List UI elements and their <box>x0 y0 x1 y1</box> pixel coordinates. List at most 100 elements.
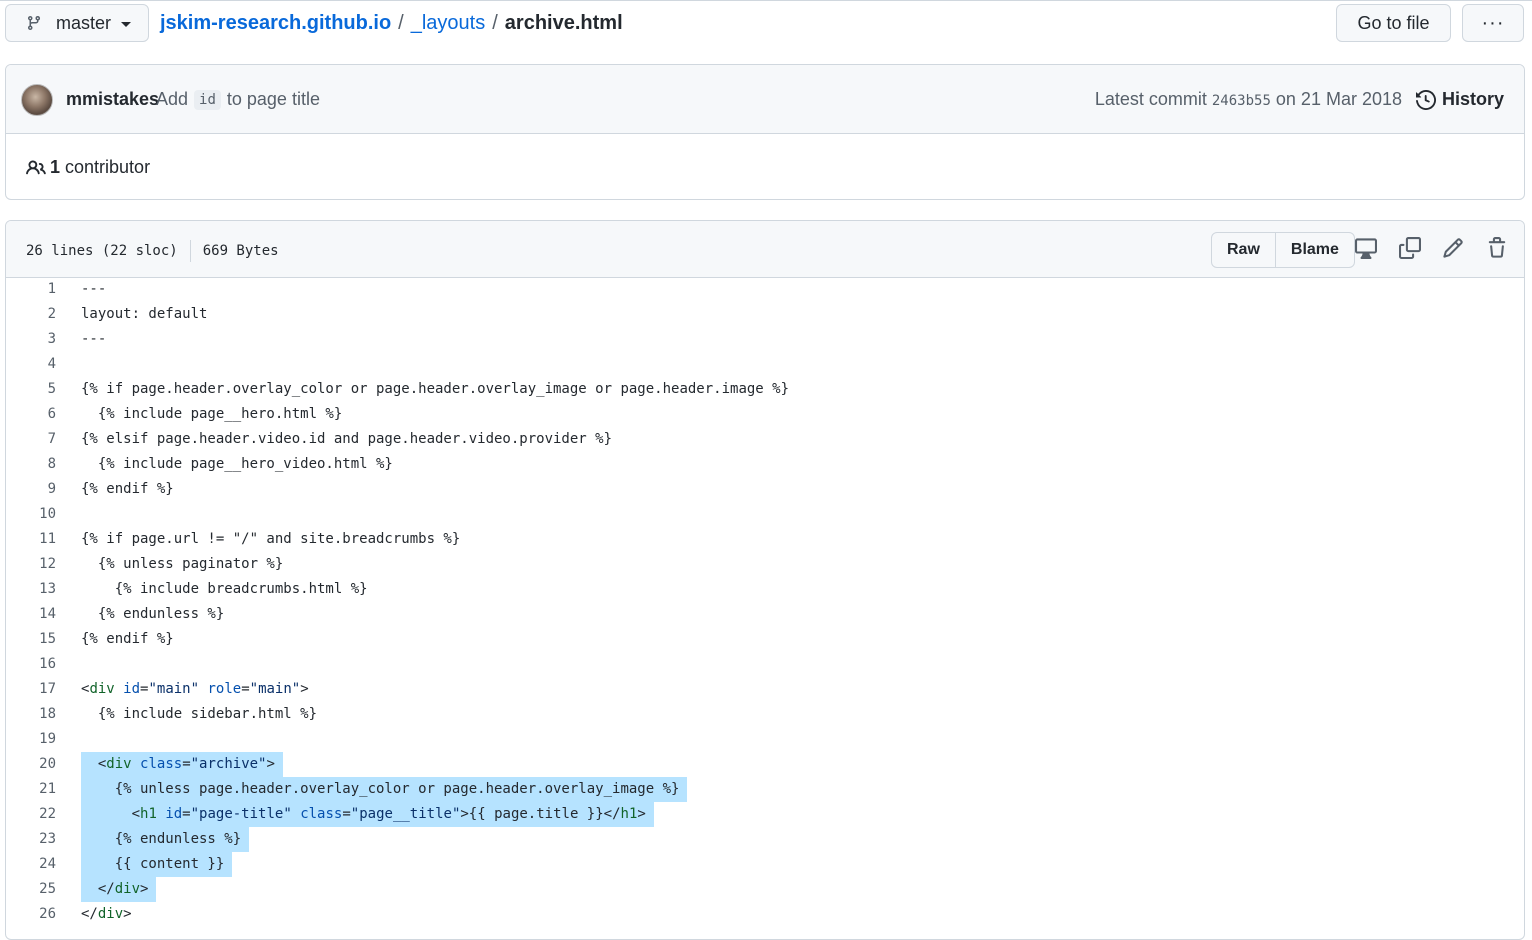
pencil-icon[interactable] <box>1442 237 1464 259</box>
latest-commit-label: Latest commit <box>1094 89 1207 109</box>
display-icon[interactable] <box>1355 237 1377 259</box>
line-number[interactable]: 15 <box>6 627 56 652</box>
code-line: 22 <h1 id="page-title" class="page__titl… <box>6 802 1524 827</box>
commit-sha-link[interactable]: 2463b55 <box>1212 93 1271 109</box>
line-number[interactable]: 21 <box>6 777 56 802</box>
line-content <box>81 652 89 677</box>
line-number[interactable]: 8 <box>6 452 56 477</box>
code-line: 13 {% include breadcrumbs.html %} <box>6 577 1524 602</box>
line-number[interactable]: 11 <box>6 527 56 552</box>
line-content: {% if page.url != "/" and site.breadcrum… <box>81 531 461 547</box>
line-number[interactable]: 16 <box>6 652 56 677</box>
line-number[interactable]: 3 <box>6 327 56 352</box>
code-line: 19 <box>6 727 1524 752</box>
line-number[interactable]: 4 <box>6 352 56 377</box>
line-content: {% endunless %} <box>81 606 225 622</box>
code-line: 1 --- <box>6 277 1524 302</box>
line-content: --- <box>81 331 107 347</box>
code-line: 20 <div class="archive"> <box>6 752 1524 777</box>
git-branch-icon <box>26 15 42 31</box>
file-header: 26 lines (22 sloc) 669 Bytes Raw Blame <box>6 221 1524 278</box>
line-content: {{ content }} <box>81 852 233 877</box>
line-content: <div class="archive"> <box>81 752 283 777</box>
line-number[interactable]: 6 <box>6 402 56 427</box>
breadcrumb-file-name: archive.html <box>504 12 623 34</box>
line-number[interactable]: 14 <box>6 602 56 627</box>
contributors-label: contributor <box>65 157 151 177</box>
code-line: 8 {% include page__hero_video.html %} <box>6 452 1524 477</box>
line-number[interactable]: 24 <box>6 852 56 877</box>
line-number[interactable]: 1 <box>6 277 56 302</box>
line-content: {% elsif page.header.video.id and page.h… <box>81 431 613 447</box>
code-line: 24 {{ content }} <box>6 852 1524 877</box>
line-content: <div id="main" role="main"> <box>81 681 309 697</box>
line-content <box>81 502 89 527</box>
line-content: layout: default <box>81 306 208 322</box>
line-number[interactable]: 13 <box>6 577 56 602</box>
raw-blame-group: Raw Blame <box>1211 232 1355 268</box>
line-number[interactable]: 19 <box>6 727 56 752</box>
more-options-button[interactable]: ··· <box>1462 4 1524 42</box>
commit-author-link[interactable]: mmistakes <box>66 89 159 110</box>
file-info: 26 lines (22 sloc) 669 Bytes <box>26 240 279 262</box>
code-line: 3 --- <box>6 327 1524 352</box>
contributors-link[interactable]: 1 contributor <box>26 157 150 178</box>
line-number[interactable]: 10 <box>6 502 56 527</box>
code-view[interactable]: 1 --- 2 layout: default 3 --- 4 5 {% if page.he… <box>6 277 1524 927</box>
line-content: {% include breadcrumbs.html %} <box>81 581 368 597</box>
line-content: {% include sidebar.html %} <box>81 706 318 722</box>
line-number[interactable]: 7 <box>6 427 56 452</box>
line-number[interactable]: 18 <box>6 702 56 727</box>
branch-name: master <box>56 12 112 33</box>
code-line: 2 layout: default <box>6 302 1524 327</box>
line-content: {% include page__hero_video.html %} <box>81 456 393 472</box>
go-to-file-button[interactable]: Go to file <box>1336 4 1451 42</box>
code-line: 4 <box>6 352 1524 377</box>
line-number[interactable]: 17 <box>6 677 56 702</box>
commit-box: mmistakes Add id to page title Latest co… <box>5 64 1525 200</box>
code-line: 14 {% endunless %} <box>6 602 1524 627</box>
line-number[interactable]: 20 <box>6 752 56 777</box>
breadcrumb-separator: / <box>492 12 498 34</box>
history-label: History <box>1441 89 1504 109</box>
commit-message-end: to page title <box>226 89 320 109</box>
line-number[interactable]: 25 <box>6 877 56 902</box>
blame-button[interactable]: Blame <box>1274 233 1354 267</box>
latest-commit-info: Latest commit 2463b55 on 21 Mar 2018 <box>1095 89 1402 110</box>
avatar[interactable] <box>21 84 53 116</box>
line-number[interactable]: 12 <box>6 552 56 577</box>
line-number[interactable]: 5 <box>6 377 56 402</box>
raw-button[interactable]: Raw <box>1212 233 1275 267</box>
code-line: 21 {% unless page.header.overlay_color o… <box>6 777 1524 802</box>
line-number[interactable]: 26 <box>6 902 56 927</box>
history-link[interactable]: History <box>1415 89 1504 110</box>
line-content <box>81 727 89 752</box>
commit-message-code: id <box>194 89 221 110</box>
commit-message[interactable]: Add id to page title <box>156 89 320 110</box>
line-content: </div> <box>81 877 157 902</box>
line-number[interactable]: 2 <box>6 302 56 327</box>
top-border <box>0 0 1532 1</box>
breadcrumb-dir-link[interactable]: _layouts <box>411 12 486 35</box>
chevron-down-icon <box>121 21 132 27</box>
commit-message-start: Add <box>156 89 189 109</box>
latest-commit-bar: mmistakes Add id to page title Latest co… <box>6 65 1524 134</box>
commit-date: on 21 Mar 2018 <box>1275 89 1402 109</box>
code-line: 15 {% endif %} <box>6 627 1524 652</box>
trash-icon[interactable] <box>1486 237 1508 259</box>
file-info-divider <box>189 240 191 262</box>
code-line: 6 {% include page__hero.html %} <box>6 402 1524 427</box>
line-content: </div> <box>81 906 132 922</box>
line-content: {% unless page.header.overlay_color or p… <box>81 777 688 802</box>
line-content <box>81 352 89 377</box>
line-number[interactable]: 23 <box>6 827 56 852</box>
people-icon <box>26 158 46 178</box>
line-content: {% endif %} <box>81 481 174 497</box>
code-line: 23 {% endunless %} <box>6 827 1524 852</box>
branch-select-button[interactable]: master <box>5 4 149 42</box>
line-number[interactable]: 9 <box>6 477 56 502</box>
line-content: --- <box>81 281 107 297</box>
copy-icon[interactable] <box>1399 237 1421 259</box>
breadcrumb-repo-link[interactable]: jskim-research.github.io <box>160 12 391 35</box>
line-number[interactable]: 22 <box>6 802 56 827</box>
